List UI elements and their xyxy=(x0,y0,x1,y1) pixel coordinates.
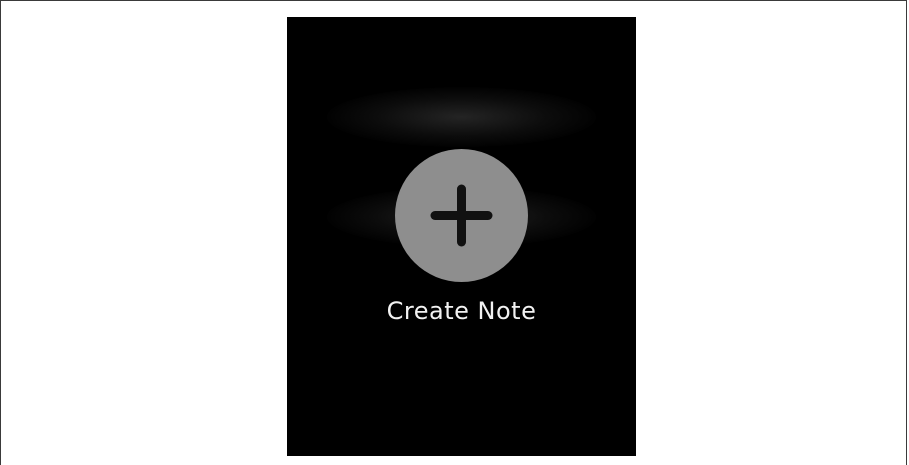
watch-screen: Create Note xyxy=(287,17,636,456)
create-note-button[interactable] xyxy=(395,149,528,282)
background-glow-top xyxy=(327,87,596,147)
page-frame: Create Note xyxy=(0,0,907,465)
create-note-label: Create Note xyxy=(386,297,537,325)
plus-icon xyxy=(430,184,493,247)
